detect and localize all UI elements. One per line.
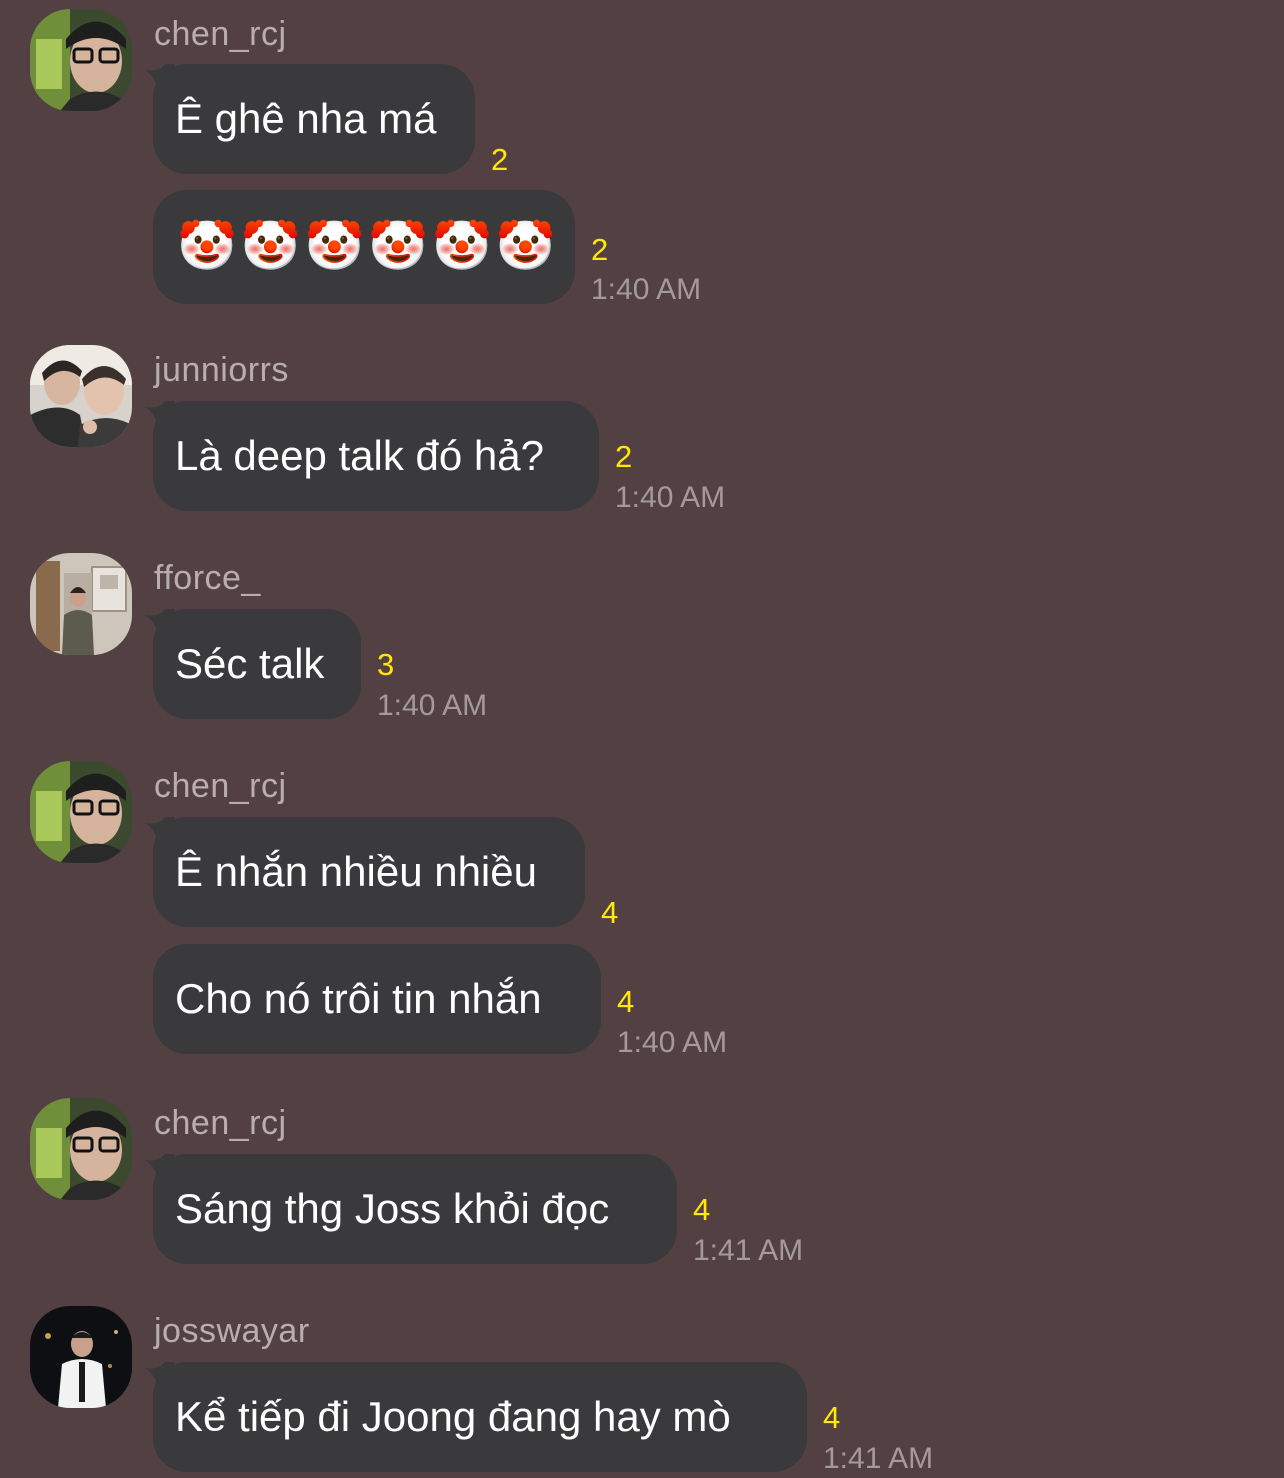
reaction-count[interactable]: 2 bbox=[591, 232, 608, 268]
timestamp: 1:41 AM bbox=[693, 1234, 804, 1267]
username[interactable]: josswayar bbox=[154, 1311, 310, 1351]
message-bubble[interactable]: Ê ghê nha má bbox=[153, 64, 475, 174]
reaction-count[interactable]: 4 bbox=[617, 984, 634, 1020]
reaction-count[interactable]: 2 bbox=[491, 142, 508, 178]
timestamp: 1:40 AM bbox=[615, 481, 726, 514]
message-bubble[interactable]: Sáng thg Joss khỏi đọc bbox=[153, 1154, 677, 1264]
username[interactable]: chen_rcj bbox=[154, 1103, 287, 1143]
username[interactable]: junniorrs bbox=[154, 350, 289, 390]
timestamp: 1:41 AM bbox=[823, 1442, 934, 1475]
avatar[interactable] bbox=[30, 1306, 132, 1408]
message-bubble[interactable]: 🤡🤡🤡🤡🤡🤡 bbox=[153, 190, 575, 304]
reaction-count[interactable]: 4 bbox=[601, 895, 618, 931]
avatar[interactable] bbox=[30, 9, 132, 111]
username[interactable]: chen_rcj bbox=[154, 766, 287, 806]
message-bubble[interactable]: Ê nhắn nhiều nhiều bbox=[153, 817, 585, 927]
timestamp: 1:40 AM bbox=[377, 689, 488, 722]
message-bubble[interactable]: Séc talk bbox=[153, 609, 361, 719]
avatar[interactable] bbox=[30, 761, 132, 863]
reaction-count[interactable]: 2 bbox=[615, 439, 632, 475]
reaction-count[interactable]: 3 bbox=[377, 647, 394, 683]
reaction-count[interactable]: 4 bbox=[693, 1192, 710, 1228]
message-bubble[interactable]: Cho nó trôi tin nhắn bbox=[153, 944, 601, 1054]
username[interactable]: chen_rcj bbox=[154, 14, 287, 54]
avatar[interactable] bbox=[30, 553, 132, 655]
reaction-count[interactable]: 4 bbox=[823, 1400, 840, 1436]
message-bubble[interactable]: Là deep talk đó hả? bbox=[153, 401, 599, 511]
avatar[interactable] bbox=[30, 345, 132, 447]
avatar[interactable] bbox=[30, 1098, 132, 1200]
message-bubble[interactable]: Kể tiếp đi Joong đang hay mò bbox=[153, 1362, 807, 1472]
timestamp: 1:40 AM bbox=[617, 1026, 728, 1059]
timestamp: 1:40 AM bbox=[591, 273, 702, 306]
username[interactable]: fforce_ bbox=[154, 558, 261, 598]
